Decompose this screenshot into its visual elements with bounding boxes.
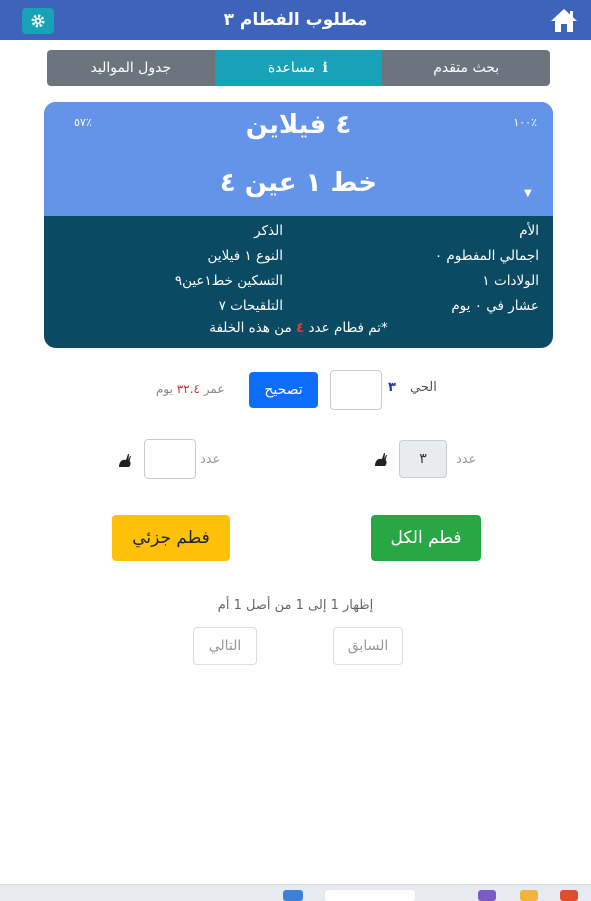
- page-title: مطلوب الفطام ٣: [223, 10, 368, 30]
- note-prefix: *تم فطام عدد: [308, 320, 388, 336]
- fix-button[interactable]: تصحيح: [249, 372, 318, 408]
- age-prefix: عمر: [203, 382, 225, 396]
- info-column-left: الذكر النوع ١ فيلاين التسكين خط١عين٩ الت…: [175, 219, 283, 319]
- count-label-right: عدد: [456, 452, 477, 467]
- tab-help[interactable]: i مساعدة: [214, 50, 383, 86]
- taskbar-app-icon[interactable]: [520, 890, 538, 901]
- count-field-right[interactable]: ٣: [399, 440, 447, 478]
- settings-button[interactable]: [22, 8, 54, 34]
- tab-birth-schedule[interactable]: جدول المواليد: [46, 50, 215, 86]
- weaned-note: *تم فطام عدد ٤ من هذه الخلفة: [44, 320, 553, 336]
- info-housing: التسكين خط١عين٩: [174, 273, 283, 289]
- taskbar-search[interactable]: [325, 890, 415, 901]
- info-breed: النوع ١ فيلاين: [207, 248, 283, 264]
- note-number: ٤: [296, 320, 305, 336]
- chevron-down-icon[interactable]: ▼: [524, 188, 532, 199]
- taskbar-app-icon[interactable]: [478, 890, 496, 901]
- top-bar: مطلوب الفطام ٣: [0, 0, 591, 40]
- card-header: ١٠٠٪ ٥٧٪ ٤ فيلاين خط ١ عين ٤ ▼: [44, 102, 553, 216]
- doe-location: خط ١ عين ٤: [219, 168, 378, 198]
- alive-count: ٣: [388, 380, 396, 395]
- pagination-summary: إظهار 1 إلى 1 من أصل 1 أم: [217, 598, 374, 613]
- note-suffix: من هذه الخلفة: [209, 320, 292, 336]
- gear-icon: [31, 14, 45, 28]
- info-pregnant-days: عشار في ٠ يوم: [451, 298, 539, 314]
- info-inseminations: التلقيحات ٧: [218, 298, 283, 314]
- doe-name: ٤ فيلاين: [245, 110, 352, 140]
- count-field-left[interactable]: [144, 439, 196, 479]
- taskbar-app-icon[interactable]: [560, 890, 578, 901]
- tab-bar: بحث متقدم i مساعدة جدول المواليد: [46, 50, 550, 86]
- next-button[interactable]: التالي: [193, 627, 257, 665]
- age-text: عمر ٣٢.٤ يوم: [156, 382, 225, 396]
- home-icon[interactable]: [549, 6, 579, 34]
- age-value: ٣٢.٤: [176, 382, 200, 396]
- doe-card: ١٠٠٪ ٥٧٪ ٤ فيلاين خط ١ عين ٤ ▼ الأم اجما…: [44, 102, 553, 348]
- wean-all-button[interactable]: فطم الكل: [371, 515, 481, 561]
- previous-button[interactable]: السابق: [333, 627, 403, 665]
- tab-label: جدول المواليد: [90, 60, 172, 76]
- info-male: الذكر: [254, 223, 283, 239]
- count-label-left: عدد: [200, 452, 221, 467]
- info-births: الولادات ١: [482, 273, 539, 289]
- tab-label: مساعدة: [267, 60, 316, 76]
- info-mother: الأم: [519, 223, 539, 239]
- rabbit-icon: [116, 451, 134, 469]
- age-unit: يوم: [156, 382, 173, 396]
- info-column-right: الأم اجمالي المفطوم ٠ الولادات ١ عشار في…: [435, 219, 539, 319]
- tab-label: بحث متقدم: [433, 60, 500, 76]
- tab-advanced-search[interactable]: بحث متقدم: [382, 50, 550, 86]
- info-total-weaned: اجمالي المفطوم ٠: [434, 248, 539, 264]
- taskbar: [0, 884, 591, 901]
- alive-label: الحي: [410, 380, 437, 395]
- info-icon: i: [322, 60, 328, 76]
- windows-start-icon[interactable]: [283, 890, 303, 901]
- wean-partial-button[interactable]: فطم جزئي: [112, 515, 230, 561]
- rabbit-icon: [372, 450, 390, 468]
- alive-input[interactable]: [330, 370, 382, 410]
